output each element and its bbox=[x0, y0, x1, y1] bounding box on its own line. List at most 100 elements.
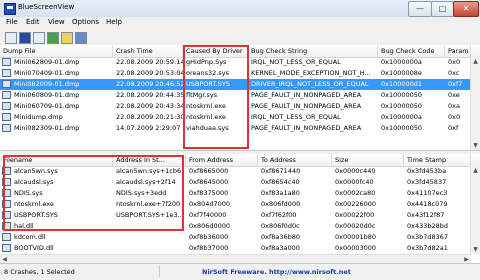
file-icon bbox=[2, 222, 11, 230]
cell-container: 22.08.2009 20:53:04 bbox=[113, 68, 183, 79]
cell-container: 22.08.2009 20:44:35 bbox=[113, 90, 183, 101]
table-cell: alcaudsl.sys bbox=[14, 178, 54, 186]
column-size[interactable]: Size bbox=[332, 154, 404, 166]
table-cell: PAGE_FAULT_IN_NONPAGED_AREA bbox=[251, 124, 362, 132]
cell-container: 0x1000008e bbox=[378, 68, 445, 79]
menu-edit[interactable]: Edit bbox=[26, 18, 40, 26]
table-cell: 0xc bbox=[448, 69, 460, 77]
table-row[interactable]: BOOTVID.dll 0xf8b37000 0xf8a3a000 0x0000300… bbox=[0, 243, 480, 254]
cell-container: 0xf8375000 bbox=[186, 188, 258, 199]
refresh-icon[interactable] bbox=[61, 32, 73, 44]
scroll-up-icon[interactable]: ▲ bbox=[471, 57, 480, 66]
cell-container: ntoskrnl.exe+7f200 bbox=[113, 199, 186, 210]
column-filename[interactable]: Filename bbox=[0, 154, 113, 166]
table-cell: Mini082009-01.dmp bbox=[14, 80, 80, 88]
table-row[interactable]: alcan5wn.sys alcan5wn.sys+1cb6 0xf8665000 0… bbox=[0, 166, 480, 177]
status-nirsoft-link[interactable]: NirSoft Freeware. http://www.nirsoft.net bbox=[202, 268, 351, 276]
table-row[interactable]: ntoskrnl.exe ntoskrnl.exe+7f200 0x804d7000… bbox=[0, 199, 480, 210]
table-row[interactable]: Mini070409-01.dmp 22.08.2009 20:53:04 orea… bbox=[0, 68, 480, 79]
menu-file[interactable]: File bbox=[6, 18, 18, 26]
cell-container: Mini060709-01.dmp bbox=[0, 101, 113, 112]
status-crash-count: 8 Crashes, 1 Selected bbox=[4, 268, 75, 276]
table-cell: 0xf bbox=[448, 124, 459, 132]
close-button[interactable]: ✕ bbox=[453, 1, 479, 17]
table-cell: 0xf8654c40 bbox=[261, 178, 300, 186]
column-to-address[interactable]: To Address bbox=[258, 154, 332, 166]
find-icon[interactable] bbox=[75, 32, 87, 44]
maximize-button[interactable]: □ bbox=[431, 1, 454, 17]
table-cell: alcan5wn.sys bbox=[14, 167, 58, 175]
table-row[interactable]: Mini062809-01.dmp 22.08.2009 20:59:14 gHid… bbox=[0, 57, 480, 68]
crash-list-scrollbar[interactable]: ▲ ▼ bbox=[470, 57, 480, 150]
menu-view[interactable]: View bbox=[48, 18, 65, 26]
cell-container: Mini062809-01.dmp bbox=[0, 57, 113, 68]
table-cell: 0x1000000a bbox=[381, 58, 422, 66]
table-cell: 0x806f0d0c bbox=[261, 222, 300, 230]
column-param[interactable]: Param bbox=[445, 45, 471, 57]
table-row[interactable]: Mini060809-01.dmp 22.08.2009 20:44:35 fltM… bbox=[0, 90, 480, 101]
table-row[interactable]: USBPORT.SYS USBPORT.SYS+1e3... 0xf7f40000 0… bbox=[0, 210, 480, 221]
table-cell: 0xf7f62f00 bbox=[261, 211, 297, 219]
table-cell: ntoskrnl.exe bbox=[186, 113, 226, 121]
scroll-down-icon[interactable]: ▼ bbox=[471, 245, 480, 254]
file-icon bbox=[2, 189, 11, 197]
table-cell: ntoskrnl.exe bbox=[14, 200, 54, 208]
file-icon bbox=[2, 211, 11, 219]
table-row[interactable]: hal.dll 0x806d0000 0x806f0d0c 0x00020d0c 0x4… bbox=[0, 221, 480, 232]
cell-container: USBPORT.SYS bbox=[0, 210, 113, 221]
table-cell: NDIS.sys+3edd bbox=[116, 189, 167, 197]
cell-container: 0x806f0d0c bbox=[258, 221, 332, 232]
table-row[interactable]: kdcom.dll 0xf8b36000 0xf8a36b80 0x00001b80 0… bbox=[0, 232, 480, 243]
driver-list-scrollbar[interactable]: ▲ ▼ bbox=[470, 166, 480, 254]
driver-list-hscrollbar[interactable]: ◀ ▶ bbox=[0, 254, 471, 263]
column-dump-file[interactable]: Dump File bbox=[0, 45, 113, 57]
column-bug-check-code[interactable]: Bug Check Code bbox=[378, 45, 445, 57]
table-row[interactable]: Mini060709-01.dmp 22.08.2009 20:43:34 ntos… bbox=[0, 101, 480, 112]
table-cell: 0xf7 bbox=[448, 80, 463, 88]
cell-container: 0x433b28bd bbox=[404, 221, 471, 232]
table-row[interactable]: Minidump.dmp 22.08.2009 20:21:30 ntoskrnl.… bbox=[0, 112, 480, 123]
scroll-left-icon[interactable]: ◀ bbox=[0, 255, 9, 263]
cell-container: IRQL_NOT_LESS_OR_EQUAL bbox=[248, 57, 378, 68]
cell-container: NDIS.sys+3edd bbox=[113, 188, 186, 199]
table-cell: 0xf83a1a80 bbox=[261, 189, 300, 197]
table-row[interactable]: Mini082009-01.dmp 22.08.2009 20:46:52 USBP… bbox=[0, 79, 480, 90]
column-crash-time[interactable]: Crash Time bbox=[113, 45, 183, 57]
table-row[interactable]: Mini082309-01.dmp 14.07.2009 2:29:07 viahd… bbox=[0, 123, 480, 134]
cell-container: kdcom.dll bbox=[0, 232, 113, 243]
report-icon[interactable] bbox=[47, 32, 59, 44]
cell-container: 0x00022f00 bbox=[332, 210, 404, 221]
menu-options[interactable]: Options bbox=[72, 18, 99, 26]
table-cell: 0x4418c079 bbox=[407, 200, 448, 208]
save-icon[interactable] bbox=[19, 32, 31, 44]
table-cell: 0x00003000 bbox=[335, 244, 377, 252]
scroll-down-icon[interactable]: ▼ bbox=[471, 141, 480, 150]
table-cell: fltMgr.sys bbox=[186, 91, 218, 99]
cell-container: 0x00003000 bbox=[332, 243, 404, 254]
table-cell: 22.08.2009 20:44:35 bbox=[116, 91, 183, 99]
scroll-right-icon[interactable]: ▶ bbox=[462, 255, 471, 263]
table-cell: Mini060809-01.dmp bbox=[14, 91, 80, 99]
column-from-address[interactable]: From Address bbox=[186, 154, 258, 166]
table-cell: 0x100000d1 bbox=[381, 80, 423, 88]
column-address-in-stack[interactable]: Address In St... bbox=[113, 154, 186, 166]
column-time-stamp[interactable]: Time Stamp bbox=[404, 154, 471, 166]
table-cell: USBPORT.SYS bbox=[186, 80, 230, 88]
properties-icon[interactable] bbox=[5, 32, 17, 44]
cell-container bbox=[113, 243, 186, 254]
table-row[interactable]: NDIS.sys NDIS.sys+3edd 0xf8375000 0xf83a1a8… bbox=[0, 188, 480, 199]
minimize-button[interactable]: — bbox=[408, 1, 432, 17]
table-row[interactable]: alcaudsl.sys alcaudsl.sys+2f14 0xf8645000 0… bbox=[0, 177, 480, 188]
column-caused-by-driver[interactable]: Caused By Driver bbox=[183, 45, 248, 57]
file-icon bbox=[2, 102, 11, 110]
cell-container: PAGE_FAULT_IN_NONPAGED_AREA bbox=[248, 101, 378, 112]
menu-help[interactable]: Help bbox=[106, 18, 122, 26]
cell-container: 0x804d7000 bbox=[186, 199, 258, 210]
table-cell: oreans32.sys bbox=[186, 69, 229, 77]
file-icon bbox=[2, 69, 11, 77]
scroll-up-icon[interactable]: ▲ bbox=[471, 166, 480, 175]
cell-container: 0x1000000a bbox=[378, 57, 445, 68]
cell-container: 0x100000d1 bbox=[378, 79, 445, 90]
column-bug-check-string[interactable]: Bug Check String bbox=[248, 45, 378, 57]
copy-icon[interactable] bbox=[33, 32, 45, 44]
